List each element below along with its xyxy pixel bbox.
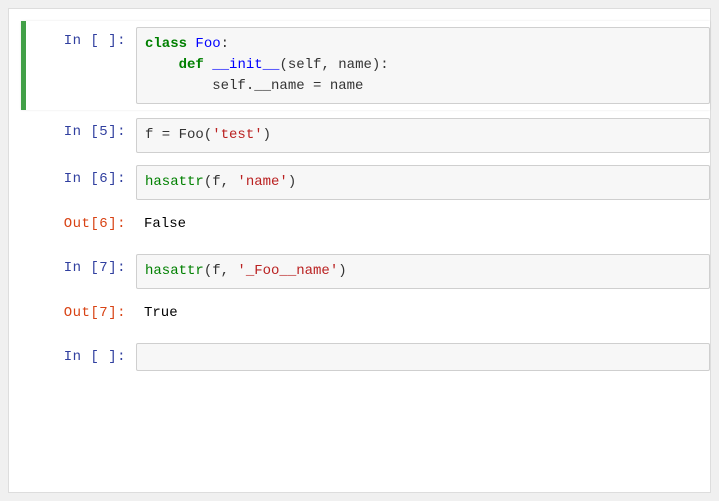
output-text: False [136, 210, 710, 238]
input-prompt: In [6]: [26, 165, 136, 200]
code-input[interactable]: f = Foo('test') [136, 118, 710, 153]
jupyter-notebook: In [ ]: class Foo: def __init__(self, na… [8, 8, 711, 493]
input-prompt: In [ ]: [26, 27, 136, 104]
code-cell[interactable]: In [ ]: class Foo: def __init__(self, na… [21, 21, 710, 110]
input-prompt: In [ ]: [26, 343, 136, 371]
output-row: Out[6]: False [26, 208, 710, 246]
code-cell[interactable]: In [6]: hasattr(f, 'name') [26, 161, 710, 204]
output-prompt: Out[7]: [26, 299, 136, 327]
code-cell[interactable]: In [5]: f = Foo('test') [26, 114, 710, 157]
code-cell[interactable]: In [ ]: [26, 339, 710, 375]
output-row: Out[7]: True [26, 297, 710, 335]
output-prompt: Out[6]: [26, 210, 136, 238]
code-cell[interactable]: In [7]: hasattr(f, '_Foo__name') [26, 250, 710, 293]
code-input[interactable]: hasattr(f, '_Foo__name') [136, 254, 710, 289]
input-prompt: In [5]: [26, 118, 136, 153]
input-prompt: In [7]: [26, 254, 136, 289]
code-input[interactable]: class Foo: def __init__(self, name): sel… [136, 27, 710, 104]
output-text: True [136, 299, 710, 327]
code-input[interactable] [136, 343, 710, 371]
code-input[interactable]: hasattr(f, 'name') [136, 165, 710, 200]
